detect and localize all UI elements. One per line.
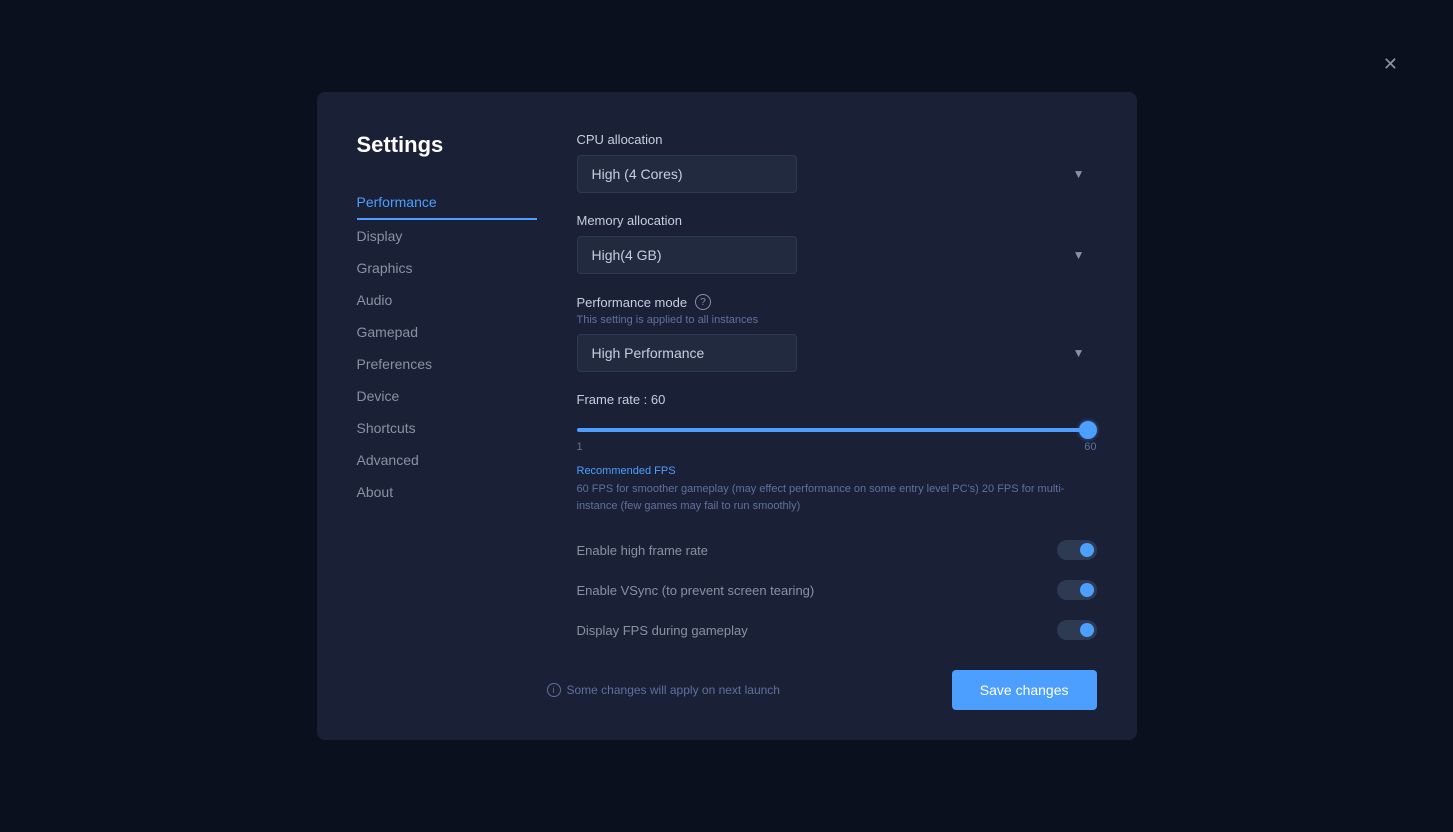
toggle-label-high-frame-rate: Enable high frame rate <box>577 543 709 558</box>
sidebar-item-display[interactable]: Display <box>357 220 537 252</box>
footer-note: i Some changes will apply on next launch <box>547 683 780 697</box>
close-button[interactable]: ✕ <box>1383 55 1398 73</box>
performance-mode-header: Performance mode ? <box>577 294 1097 310</box>
performance-mode-help-icon[interactable]: ? <box>695 294 711 310</box>
footer-info-icon: i <box>547 683 561 697</box>
toggle-slider-vsync <box>1057 580 1097 600</box>
toggle-label-vsync: Enable VSync (to prevent screen tearing) <box>577 583 815 598</box>
settings-title: Settings <box>357 132 537 158</box>
memory-allocation-wrapper: Low (1 GB) Medium (2 GB) High(4 GB) Very… <box>577 236 1097 274</box>
memory-allocation-select[interactable]: Low (1 GB) Medium (2 GB) High(4 GB) Very… <box>577 236 797 274</box>
cpu-allocation-select[interactable]: Low (1 Core) Medium (2 Cores) High (4 Co… <box>577 155 797 193</box>
performance-mode-subtitle: This setting is applied to all instances <box>577 314 1097 326</box>
sidebar-item-audio[interactable]: Audio <box>357 284 537 316</box>
sidebar-item-advanced[interactable]: Advanced <box>357 444 537 476</box>
footer-note-text: Some changes will apply on next launch <box>567 683 780 697</box>
toggle-label-display-fps: Display FPS during gameplay <box>577 623 748 638</box>
sidebar: Settings Performance Display Graphics Au… <box>357 132 537 650</box>
toggle-slider-display-fps <box>1057 620 1097 640</box>
performance-mode-label: Performance mode <box>577 295 688 310</box>
sidebar-item-preferences[interactable]: Preferences <box>357 348 537 380</box>
modal-overlay: ✕ Settings Performance Display Graphics … <box>0 0 1453 832</box>
sidebar-item-about[interactable]: About <box>357 476 537 508</box>
toggle-row-high-frame-rate: Enable high frame rate <box>577 530 1097 570</box>
recommended-fps-text: 60 FPS for smoother gameplay (may effect… <box>577 481 1097 514</box>
slider-min-label: 1 <box>577 441 583 453</box>
sidebar-item-performance[interactable]: Performance <box>357 186 537 220</box>
main-content: CPU allocation Low (1 Core) Medium (2 Co… <box>557 132 1097 650</box>
perf-mode-select-chevron-icon: ▼ <box>1073 346 1085 360</box>
toggle-row-display-fps: Display FPS during gameplay <box>577 610 1097 650</box>
recommended-fps-section: Recommended FPS 60 FPS for smoother game… <box>577 465 1097 514</box>
recommended-fps-title: Recommended FPS <box>577 465 1097 477</box>
sidebar-item-shortcuts[interactable]: Shortcuts <box>357 412 537 444</box>
settings-dialog: Settings Performance Display Graphics Au… <box>317 92 1137 740</box>
sidebar-item-device[interactable]: Device <box>357 380 537 412</box>
settings-footer: i Some changes will apply on next launch… <box>317 650 1137 740</box>
cpu-allocation-wrapper: Low (1 Core) Medium (2 Cores) High (4 Co… <box>577 155 1097 193</box>
sidebar-item-graphics[interactable]: Graphics <box>357 252 537 284</box>
performance-mode-wrapper: Balanced High Performance Power Saver ▼ <box>577 334 1097 372</box>
cpu-select-chevron-icon: ▼ <box>1073 167 1085 181</box>
memory-allocation-label: Memory allocation <box>577 213 1097 228</box>
frame-rate-slider-container <box>577 419 1097 437</box>
cpu-allocation-label: CPU allocation <box>577 132 1097 147</box>
memory-select-chevron-icon: ▼ <box>1073 248 1085 262</box>
sidebar-item-gamepad[interactable]: Gamepad <box>357 316 537 348</box>
frame-rate-slider[interactable] <box>577 428 1097 432</box>
frame-rate-label: Frame rate : 60 <box>577 392 1097 407</box>
toggle-slider-high-frame-rate <box>1057 540 1097 560</box>
toggle-high-frame-rate[interactable] <box>1057 540 1097 560</box>
toggle-row-vsync: Enable VSync (to prevent screen tearing) <box>577 570 1097 610</box>
toggle-vsync[interactable] <box>1057 580 1097 600</box>
toggle-display-fps[interactable] <box>1057 620 1097 640</box>
save-changes-button[interactable]: Save changes <box>952 670 1097 710</box>
performance-mode-select[interactable]: Balanced High Performance Power Saver <box>577 334 797 372</box>
slider-range: 1 60 <box>577 441 1097 453</box>
slider-max-label: 60 <box>1084 441 1096 453</box>
